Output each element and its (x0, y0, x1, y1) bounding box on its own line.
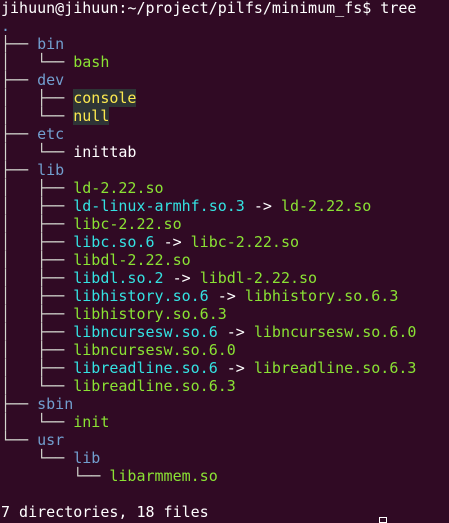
symlink-arrow: -> (253, 197, 272, 215)
file-libhistory-6-3: libhistory.so.6.3 (73, 305, 227, 323)
prompt-line: jihuun@jihuun:~/project/pilfs/minimum_fs… (1, 0, 417, 17)
tree-row-inittab: │ └── inittab (0, 143, 449, 161)
tree-guide: │ ├── (1, 197, 74, 215)
tree-guide: │ ├── (1, 341, 74, 359)
tree-row-libc222: │ ├── libc-2.22.so (0, 215, 449, 233)
tree-guide: ├── (1, 35, 38, 53)
dir-usr-lib: lib (73, 449, 101, 467)
tree-row-sbin: ├── sbin (0, 395, 449, 413)
tree-row-console: │ ├── console (0, 89, 449, 107)
tree-guide: ├── (1, 395, 38, 413)
symlink-libreadline: libreadline.so.6 (73, 359, 218, 377)
text-cursor (379, 517, 387, 523)
symlink-ld-linux: ld-linux-armhf.so.3 (73, 197, 245, 215)
tree-row-usr-lib: └── lib (0, 449, 449, 467)
tree-guide: │ ├── (1, 215, 74, 233)
tree-guide: │ ├── (1, 305, 74, 323)
tree-guide: │ ├── (1, 269, 74, 287)
device-null: null (73, 107, 110, 125)
tree-row-lib: ├── lib (0, 161, 449, 179)
tree-row-libncursesw-so6: │ ├── libncursesw.so.6 -> libncursesw.so… (0, 323, 449, 341)
tree-row-libhistory-so63: │ ├── libhistory.so.6.3 (0, 305, 449, 323)
tree-guide: │ └── (1, 143, 74, 161)
tree-row-libhistory-so6: │ ├── libhistory.so.6 -> libhistory.so.6… (0, 287, 449, 305)
symlink-libdl: libdl.so.2 (73, 269, 164, 287)
tree-guide: ├── (1, 125, 38, 143)
tree-row-libncursesw-so60: │ ├── libncursesw.so.6.0 (0, 341, 449, 359)
file-libncursesw-6-0: libncursesw.so.6.0 (73, 341, 236, 359)
symlink-libc: libc.so.6 (73, 233, 155, 251)
tree-guide: │ ├── (1, 179, 74, 197)
file-init: init (73, 413, 110, 431)
file-ld-2-22: ld-2.22.so (73, 179, 164, 197)
tree-guide: └── (1, 431, 38, 449)
tree-guide: │ ├── (1, 251, 74, 269)
file-libdl-2-22: libdl-2.22.so (73, 251, 191, 269)
symlink-arrow: -> (226, 323, 245, 341)
symlink-arrow: -> (226, 359, 245, 377)
tree-row-libarmmem: └── libarmmem.so (0, 467, 449, 485)
tree-row-usr: └── usr (0, 431, 449, 449)
tree-guide: │ ├── (1, 89, 74, 107)
dir-sbin: sbin (37, 395, 74, 413)
symlink-target: libdl-2.22.so (199, 269, 318, 287)
symlink-arrow: -> (217, 287, 236, 305)
tree-guide: ├── (1, 161, 38, 179)
tree-guide: ├── (1, 71, 38, 89)
file-inittab: inittab (73, 143, 137, 161)
tree-guide: │ ├── (1, 359, 74, 377)
device-console: console (73, 89, 137, 107)
tree-row-null: │ └── null (0, 107, 449, 125)
symlink-arrow: -> (163, 233, 182, 251)
symlink-arrow: -> (172, 269, 191, 287)
tree-row-bash: │ └── bash (0, 53, 449, 71)
tree-guide: │ ├── (1, 233, 74, 251)
symlink-libncursesw: libncursesw.so.6 (73, 323, 218, 341)
dir-usr: usr (37, 431, 65, 449)
symlink-libhistory: libhistory.so.6 (73, 287, 209, 305)
tree-row-ld-linux: │ ├── ld-linux-armhf.so.3 -> ld-2.22.so (0, 197, 449, 215)
dir-etc: etc (37, 125, 65, 143)
symlink-target: ld-2.22.so (280, 197, 372, 215)
tree-row-dev: ├── dev (0, 71, 449, 89)
symlink-target: libhistory.so.6.3 (244, 287, 399, 305)
tree-guide: │ ├── (1, 287, 74, 305)
tree-row-ld222: │ ├── ld-2.22.so (0, 179, 449, 197)
file-libc-2-22: libc-2.22.so (73, 215, 182, 233)
file-libarmmem: libarmmem.so (109, 467, 218, 485)
tree-row-libreadline-so6: │ ├── libreadline.so.6 -> libreadline.so… (0, 359, 449, 377)
tree-row-bin: ├── bin (0, 35, 449, 53)
tree-root: . (1, 17, 11, 35)
tree-row-etc: ├── etc (0, 125, 449, 143)
tree-row-libdl222: │ ├── libdl-2.22.so (0, 251, 449, 269)
tree-guide: │ └── (1, 413, 74, 431)
dir-bin: bin (37, 35, 65, 53)
tree-guide: │ ├── (1, 323, 74, 341)
tree-guide: │ └── (1, 53, 74, 71)
tree-guide: │ └── (1, 377, 74, 395)
file-bash: bash (73, 53, 110, 71)
tree-guide: │ └── (1, 107, 74, 125)
file-libreadline-6-3: libreadline.so.6.3 (73, 377, 236, 395)
tree-row-libreadline-so63: │ └── libreadline.so.6.3 (0, 377, 449, 395)
dir-dev: dev (37, 71, 65, 89)
symlink-target: libncursesw.so.6.0 (253, 323, 417, 341)
tree-guide: └── (1, 467, 110, 485)
symlink-target: libc-2.22.so (190, 233, 300, 251)
tree-guide: └── (1, 449, 74, 467)
tree-row-libc-so6: │ ├── libc.so.6 -> libc-2.22.so (0, 233, 449, 251)
terminal-window[interactable]: jihuun@jihuun:~/project/pilfs/minimum_fs… (0, 0, 449, 523)
tree-row-libdl-so2: │ ├── libdl.so.2 -> libdl-2.22.so (0, 269, 449, 287)
symlink-target: libreadline.so.6.3 (253, 359, 417, 377)
dir-lib: lib (37, 161, 65, 179)
tree-row-init: │ └── init (0, 413, 449, 431)
